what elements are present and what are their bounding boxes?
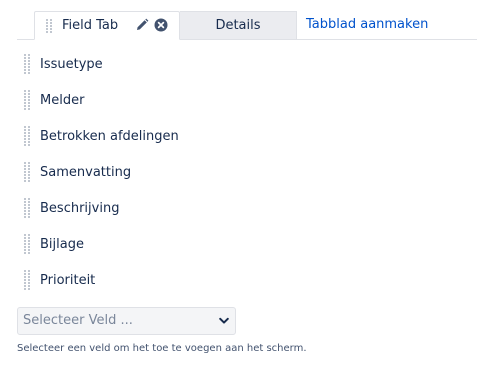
field-select-value: Selecteer Veld ...: [23, 313, 133, 328]
drag-handle-icon[interactable]: [24, 162, 30, 182]
field-label: Bijlage: [40, 237, 84, 252]
drag-handle-icon[interactable]: [46, 19, 52, 34]
tab-details-label: Details: [215, 18, 261, 33]
tab-field-tab[interactable]: Field Tab: [34, 11, 180, 40]
field-row-betrokken-afdelingen[interactable]: Betrokken afdelingen: [17, 119, 477, 155]
field-label: Issuetype: [40, 57, 103, 72]
drag-handle-icon[interactable]: [24, 126, 30, 146]
drag-handle-icon[interactable]: [24, 234, 30, 254]
field-select[interactable]: Selecteer Veld ...: [17, 307, 236, 335]
field-label: Prioriteit: [40, 273, 96, 288]
drag-handle-icon[interactable]: [24, 198, 30, 218]
field-row-samenvatting[interactable]: Samenvatting: [17, 155, 477, 191]
field-row-melder[interactable]: Melder: [17, 83, 477, 119]
pencil-icon[interactable]: [135, 18, 149, 32]
drag-handle-icon[interactable]: [24, 90, 30, 110]
field-row-beschrijving[interactable]: Beschrijving: [17, 191, 477, 227]
field-list: Issuetype Melder Betrokken afdelingen Sa…: [17, 47, 477, 299]
field-label: Beschrijving: [40, 201, 120, 216]
field-row-issuetype[interactable]: Issuetype: [17, 47, 477, 83]
field-row-prioriteit[interactable]: Prioriteit: [17, 263, 477, 299]
tab-details[interactable]: Details: [180, 11, 297, 39]
tab-field-tab-label: Field Tab: [62, 18, 119, 33]
field-label: Melder: [40, 93, 85, 108]
field-label: Betrokken afdelingen: [40, 129, 179, 144]
remove-icon[interactable]: [154, 18, 168, 32]
drag-handle-icon[interactable]: [24, 270, 30, 290]
field-label: Samenvatting: [40, 165, 132, 180]
add-tab-link-label: Tabblad aanmaken: [306, 17, 429, 32]
add-tab-link[interactable]: Tabblad aanmaken: [306, 11, 456, 39]
tab-bar: Field Tab Details Tabblad aanmaken: [17, 11, 477, 40]
drag-handle-icon[interactable]: [24, 54, 30, 74]
field-row-bijlage[interactable]: Bijlage: [17, 227, 477, 263]
field-select-hint: Selecteer een veld om het toe te voegen …: [17, 343, 307, 354]
chevron-down-icon: [219, 317, 229, 324]
